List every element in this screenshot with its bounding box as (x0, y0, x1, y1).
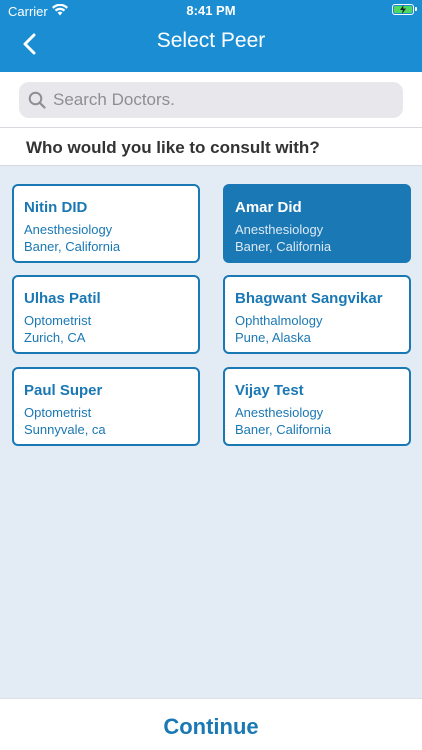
doctor-location: Pune, Alaska (235, 330, 311, 345)
doctor-name: Bhagwant Sangvikar (235, 290, 383, 307)
doctor-specialty: Optometrist (24, 313, 92, 328)
doctor-name: Amar Did (235, 199, 302, 216)
doctor-location: Baner, California (235, 422, 332, 437)
search-input[interactable] (51, 89, 385, 111)
doctor-location: Baner, California (235, 239, 332, 254)
doctor-card-amar-did[interactable]: Amar Did Anesthesiology Baner, Californi… (223, 184, 411, 263)
navigation-bar: Select Peer (0, 22, 422, 72)
search-bar-container (0, 72, 422, 127)
consult-question-header: Who would you like to consult with? (0, 127, 422, 166)
doctor-card-vijay-test[interactable]: Vijay Test Anesthesiology Baner, Califor… (223, 367, 411, 446)
doctor-name: Ulhas Patil (24, 290, 101, 307)
search-icon (27, 90, 47, 110)
battery-icon (392, 4, 417, 15)
top-header: Carrier 8:41 PM Select Peer (0, 0, 422, 72)
doctor-card-bhagwant-sangvikar[interactable]: Bhagwant Sangvikar Ophthalmology Pune, A… (223, 275, 411, 354)
doctor-card-nitin-did[interactable]: Nitin DID Anesthesiology Baner, Californ… (12, 184, 200, 263)
doctor-name: Vijay Test (235, 382, 304, 399)
search-field[interactable] (19, 82, 403, 118)
doctor-location: Sunnyvale, ca (24, 422, 106, 437)
doctor-specialty: Ophthalmology (235, 313, 323, 328)
status-time: 8:41 PM (186, 3, 236, 18)
doctor-location: Zurich, CA (24, 330, 86, 345)
doctor-specialty: Anesthesiology (235, 405, 324, 420)
page-title: Select Peer (156, 29, 266, 52)
doctor-specialty: Anesthesiology (24, 222, 113, 237)
doctor-name: Nitin DID (24, 199, 88, 216)
doctor-specialty: Anesthesiology (235, 222, 324, 237)
consult-question: Who would you like to consult with? (26, 138, 320, 157)
status-bar: Carrier 8:41 PM (0, 0, 422, 22)
doctor-card-paul-super[interactable]: Paul Super Optometrist Sunnyvale, ca (12, 367, 200, 446)
doctor-location: Baner, California (24, 239, 121, 254)
doctor-specialty: Optometrist (24, 405, 92, 420)
doctor-name: Paul Super (24, 382, 103, 399)
continue-button[interactable]: Continue (0, 714, 422, 740)
footer-bar: Continue (0, 698, 422, 750)
doctor-card-ulhas-patil[interactable]: Ulhas Patil Optometrist Zurich, CA (12, 275, 200, 354)
